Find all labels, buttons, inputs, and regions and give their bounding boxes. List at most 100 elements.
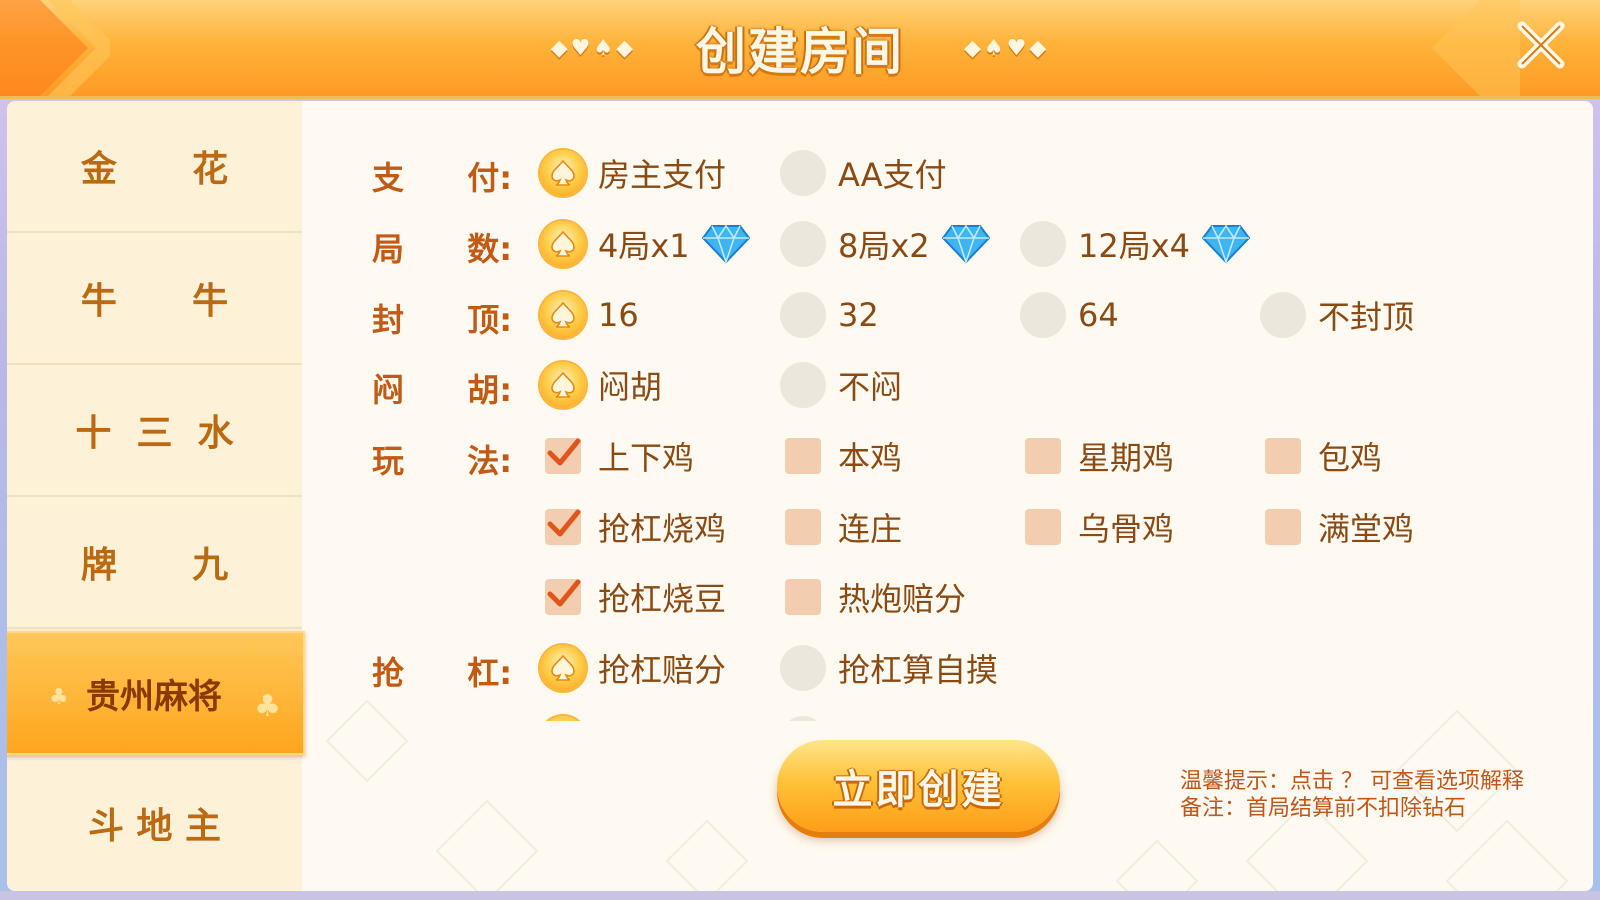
header-bar: ◆♥♠◆ 创建房间 ◆♠♥◆ <box>0 0 1600 96</box>
option-text: 抢杠赔分 <box>598 651 727 689</box>
checkbox-option[interactable]: 本鸡 <box>780 432 902 480</box>
option-label-char: 付: <box>467 159 512 197</box>
checkbox-option[interactable]: 乌骨鸡 <box>1020 503 1174 551</box>
close-button[interactable] <box>1510 14 1572 76</box>
room-options-form[interactable]: 支 付: 房主支付 AA支付局 数: 4局x1 8局x2 12局x4 封 顶: 16 32 64 不封顶闷… <box>302 101 1593 721</box>
tab-label: 十 三 水 <box>75 413 234 454</box>
checkbox-unchecked[interactable] <box>785 579 821 615</box>
option-label-char: 杠: <box>467 654 512 692</box>
radio-option[interactable]: 自摸翻倍 <box>540 715 726 721</box>
create-now-button[interactable]: 立即创建 <box>777 740 1060 832</box>
close-icon <box>1517 21 1565 69</box>
option-label <box>372 507 512 547</box>
radio-option[interactable]: 8局x2 <box>780 220 990 268</box>
radio-option[interactable]: 4局x1 <box>540 220 750 268</box>
radio-option[interactable]: 12局x4 <box>1020 220 1251 268</box>
checkbox-option[interactable]: 满堂鸡 <box>1260 503 1414 551</box>
option-label <box>372 577 512 617</box>
checkbox-option[interactable]: 包鸡 <box>1260 432 1382 480</box>
checkbox-option[interactable]: 抢杠烧豆 <box>540 573 726 621</box>
checkbox-checked[interactable] <box>545 509 581 545</box>
checkbox-checked[interactable] <box>545 579 581 615</box>
checkbox-option[interactable]: 热炮赔分 <box>780 573 966 621</box>
radio-unselected[interactable] <box>1260 292 1306 338</box>
create-room-panel: 金 花 牛 牛 十 三 水 牌 九 ♣ 贵州麻将 ♣ 斗 地 主 支 付: 房主支付… <box>7 101 1593 891</box>
checkbox-unchecked[interactable] <box>1265 509 1301 545</box>
radio-unselected[interactable] <box>780 362 826 408</box>
radio-option[interactable]: 自摸加1分 <box>780 715 986 721</box>
diamond-icon <box>1202 224 1251 264</box>
club-decoration-icon: ♣ <box>49 685 69 710</box>
option-label-char: 摸: <box>467 719 512 721</box>
option-text: 不封顶 <box>1318 298 1415 336</box>
radio-selected[interactable] <box>540 716 586 721</box>
checkbox-unchecked[interactable] <box>1025 509 1061 545</box>
checkbox-option[interactable]: 连庄 <box>780 503 902 551</box>
radio-selected[interactable] <box>540 362 586 408</box>
checkbox-unchecked[interactable] <box>1025 438 1061 474</box>
spade-icon <box>551 372 575 398</box>
tab-jinhua[interactable]: 金 花 <box>7 101 302 233</box>
tab-doudizhu[interactable]: 斗 地 主 <box>7 757 302 889</box>
option-label-char: 抢 <box>372 654 405 692</box>
option-text: 上下鸡 <box>598 439 695 477</box>
spade-icon <box>551 302 575 328</box>
radio-option[interactable]: 闷胡 <box>540 361 662 409</box>
option-text: 满堂鸡 <box>1318 510 1415 548</box>
option-row: 抢杠烧豆 热炮赔分 <box>302 565 1593 625</box>
radio-selected[interactable] <box>540 292 586 338</box>
tab-niuniu[interactable]: 牛 牛 <box>7 233 302 365</box>
option-label: 封 顶: <box>372 295 512 339</box>
option-text: 热炮赔分 <box>838 580 967 618</box>
option-row: 自 摸: 自摸翻倍 自摸加1分 <box>302 707 1593 721</box>
radio-unselected[interactable] <box>780 292 826 338</box>
checkbox-option[interactable]: 上下鸡 <box>540 432 694 480</box>
radio-option[interactable]: 32 <box>780 291 879 339</box>
radio-option[interactable]: 抢杠算自摸 <box>780 644 998 692</box>
radio-unselected[interactable] <box>1020 221 1066 267</box>
option-text: 自摸加1分 <box>838 716 986 721</box>
spade-icon <box>551 231 575 257</box>
option-text: 抢杠烧鸡 <box>598 510 727 548</box>
option-text: 闷胡 <box>598 368 663 406</box>
checkmark-icon <box>547 509 581 537</box>
spade-icon <box>551 160 575 186</box>
option-text: 乌骨鸡 <box>1078 510 1175 548</box>
checkbox-unchecked[interactable] <box>785 509 821 545</box>
radio-unselected[interactable] <box>780 645 826 691</box>
radio-unselected[interactable] <box>780 221 826 267</box>
radio-selected[interactable] <box>540 645 586 691</box>
radio-option[interactable]: 房主支付 <box>540 149 726 197</box>
radio-option[interactable]: 不封顶 <box>1260 291 1414 339</box>
tab-guizhou-mahjong[interactable]: ♣ 贵州麻将 ♣ <box>7 631 305 755</box>
checkbox-option[interactable]: 抢杠烧鸡 <box>540 503 726 551</box>
radio-option[interactable]: 抢杠赔分 <box>540 644 726 692</box>
radio-unselected[interactable] <box>780 150 826 196</box>
tab-paijiu[interactable]: 牌 九 <box>7 497 302 629</box>
radio-unselected[interactable] <box>1020 292 1066 338</box>
option-row: 局 数: 4局x1 8局x2 12局x4 <box>302 212 1593 272</box>
option-row: 封 顶: 16 32 64 不封顶 <box>302 283 1593 343</box>
checkbox-unchecked[interactable] <box>1265 438 1301 474</box>
checkbox-unchecked[interactable] <box>785 438 821 474</box>
radio-selected[interactable] <box>540 150 586 196</box>
checkbox-checked[interactable] <box>545 438 581 474</box>
option-text: 星期鸡 <box>1078 439 1175 477</box>
radio-option[interactable]: 16 <box>540 291 639 339</box>
radio-selected[interactable] <box>540 221 586 267</box>
option-label-char: 玩 <box>372 442 405 480</box>
tab-shisanshui[interactable]: 十 三 水 <box>7 365 302 497</box>
radio-option[interactable]: 不闷 <box>780 361 902 409</box>
option-row: 闷 胡: 闷胡 不闷 <box>302 353 1593 413</box>
option-label-char: 局 <box>372 230 405 268</box>
radio-option[interactable]: AA支付 <box>780 149 947 197</box>
option-text: 自摸翻倍 <box>598 716 726 721</box>
option-label-char: 封 <box>372 301 405 339</box>
radio-option[interactable]: 64 <box>1020 291 1119 339</box>
spade-icon <box>551 655 575 681</box>
radio-unselected[interactable] <box>780 716 826 721</box>
option-label: 支 付: <box>372 153 512 197</box>
option-text: 12局x4 <box>1078 227 1191 265</box>
checkbox-option[interactable]: 星期鸡 <box>1020 432 1174 480</box>
tip-line-2: 备注：首局结算前不扣除钻石 <box>1180 796 1467 821</box>
